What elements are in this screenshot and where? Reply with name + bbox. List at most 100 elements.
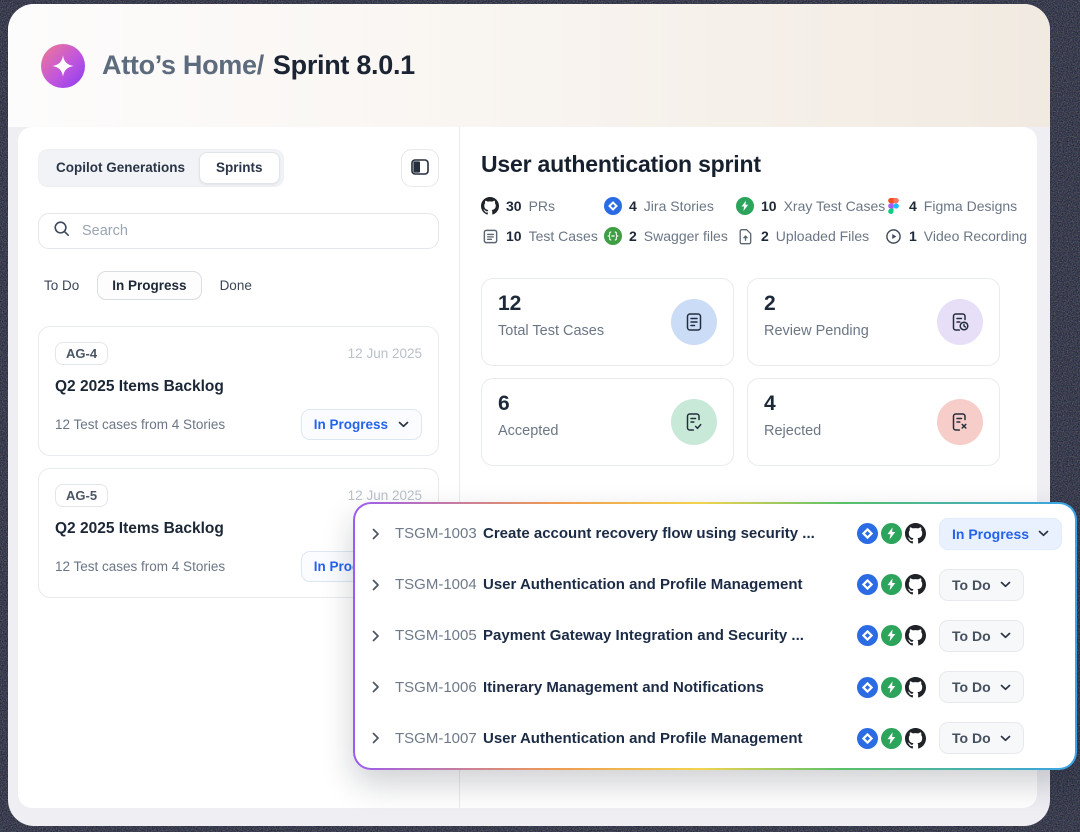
source-icons [857,677,926,698]
filter-todo[interactable]: To Do [38,272,85,299]
test-cases-panel: TSGM-1003 Create account recovery flow u… [353,502,1077,770]
github-icon [905,625,926,646]
xray-icon [736,197,754,215]
jira-icon [857,677,878,698]
xray-icon [881,625,902,646]
sprint-card-ag4[interactable]: AG-4 12 Jun 2025 Q2 2025 Items Backlog 1… [38,326,439,456]
xray-icon [881,677,902,698]
summary-card-total-test-cases: 12 Total Test Cases [481,278,734,366]
status-label: To Do [952,730,991,746]
status-dropdown[interactable]: To Do [939,722,1024,754]
test-case-id: TSGM-1003 [395,525,483,542]
status-label: To Do [952,679,991,695]
page-title: Sprint 8.0.1 [273,50,415,81]
search-box[interactable] [38,213,439,249]
expand-chevron-icon[interactable] [372,579,388,591]
jira-icon [857,728,878,749]
github-icon [905,677,926,698]
test-case-title: Create account recovery flow using secur… [483,525,857,542]
sprint-id-badge: AG-5 [55,484,108,507]
uploaded-file-icon [736,227,754,245]
jira-icon [857,523,878,544]
chevron-down-icon [1000,581,1011,588]
status-label: In Progress [952,526,1029,542]
app-header: Atto’s Home/ Sprint 8.0.1 [8,4,1050,127]
source-icons [857,728,926,749]
summary-card-review-pending: 2 Review Pending [747,278,1000,366]
source-icons [857,523,926,544]
sprint-id-badge: AG-4 [55,342,108,365]
expand-chevron-icon[interactable] [372,681,388,693]
filter-in-progress[interactable]: In Progress [97,271,201,300]
status-dropdown[interactable]: In Progress [939,518,1062,550]
status-dropdown[interactable]: To Do [939,620,1024,652]
jira-icon [857,625,878,646]
test-case-id: TSGM-1004 [395,576,483,593]
sprint-card-subtitle: 12 Test cases from 4 Stories [55,417,225,432]
test-case-title: User Authentication and Profile Manageme… [483,730,857,747]
summary-card-rejected: 4 Rejected [747,378,1000,466]
stat-figma-designs: 4 Figma Designs [884,197,1027,215]
github-icon [481,197,499,215]
stat-xray-test-cases: 10 Xray Test Cases [736,197,884,215]
source-icons [857,625,926,646]
status-dropdown[interactable]: To Do [939,671,1024,703]
source-icons [857,574,926,595]
chevron-down-icon [1000,735,1011,742]
view-switcher: Copilot Generations Sprints [38,149,284,187]
figma-icon [884,197,902,215]
status-label: To Do [952,628,991,644]
chevron-down-icon [1038,530,1049,537]
status-dropdown[interactable]: To Do [939,569,1024,601]
collapse-sidebar-button[interactable] [401,149,439,187]
sprint-status-dropdown[interactable]: In Progress [301,409,422,440]
xray-icon [881,523,902,544]
atto-logo [41,44,85,88]
test-case-title: Payment Gateway Integration and Security… [483,627,857,644]
github-icon [905,728,926,749]
expand-chevron-icon[interactable] [372,732,388,744]
sprint-date: 12 Jun 2025 [348,488,422,503]
test-case-id: TSGM-1005 [395,627,483,644]
github-icon [905,574,926,595]
stat-jira-stories: 4 Jira Stories [604,197,736,215]
test-case-row-tsgm-1004[interactable]: TSGM-1004 User Authentication and Profil… [355,559,1075,610]
breadcrumb: Atto’s Home/ Sprint 8.0.1 [102,50,415,81]
stat-test-cases: 10 Test Cases [481,227,604,245]
jira-icon [604,197,622,215]
tab-sprints[interactable]: Sprints [199,152,280,184]
test-cases-icon [481,227,499,245]
sprint-card-subtitle: 12 Test cases from 4 Stories [55,559,225,574]
sprint-stats: 30 PRs 4 Jira Stories 10 Xray Test Cases [481,197,1000,245]
test-case-row-tsgm-1007[interactable]: TSGM-1007 User Authentication and Profil… [355,713,1075,764]
search-input[interactable] [82,223,425,239]
expand-chevron-icon[interactable] [372,528,388,540]
breadcrumb-home: Atto’s Home/ [102,50,264,81]
swagger-icon [604,227,622,245]
test-case-row-tsgm-1005[interactable]: TSGM-1005 Payment Gateway Integration an… [355,610,1075,661]
tab-copilot-generations[interactable]: Copilot Generations [42,153,199,183]
filter-done[interactable]: Done [214,272,258,299]
jira-icon [857,574,878,595]
stat-video-recording: 1 Video Recording [884,227,1027,245]
doc-check-icon [671,399,717,445]
test-case-row-tsgm-1003[interactable]: TSGM-1003 Create account recovery flow u… [355,508,1075,559]
doc-lines-icon [671,299,717,345]
sprint-detail-title: User authentication sprint [481,151,1037,178]
stat-uploaded-files: 2 Uploaded Files [736,227,884,245]
test-case-id: TSGM-1006 [395,679,483,696]
xray-icon [881,574,902,595]
search-icon [52,219,71,243]
chevron-down-icon [1000,632,1011,639]
status-label: To Do [952,577,991,593]
chevron-down-icon [1000,684,1011,691]
expand-chevron-icon[interactable] [372,630,388,642]
summary-cards: 12 Total Test Cases 2 Review Pending [481,278,1037,466]
github-icon [905,523,926,544]
test-case-id: TSGM-1007 [395,730,483,747]
sidebar-toggle-icon [411,159,429,178]
xray-icon [881,728,902,749]
test-case-row-tsgm-1006[interactable]: TSGM-1006 Itinerary Management and Notif… [355,662,1075,713]
doc-clock-icon [937,299,983,345]
sparkle-icon [50,53,76,79]
